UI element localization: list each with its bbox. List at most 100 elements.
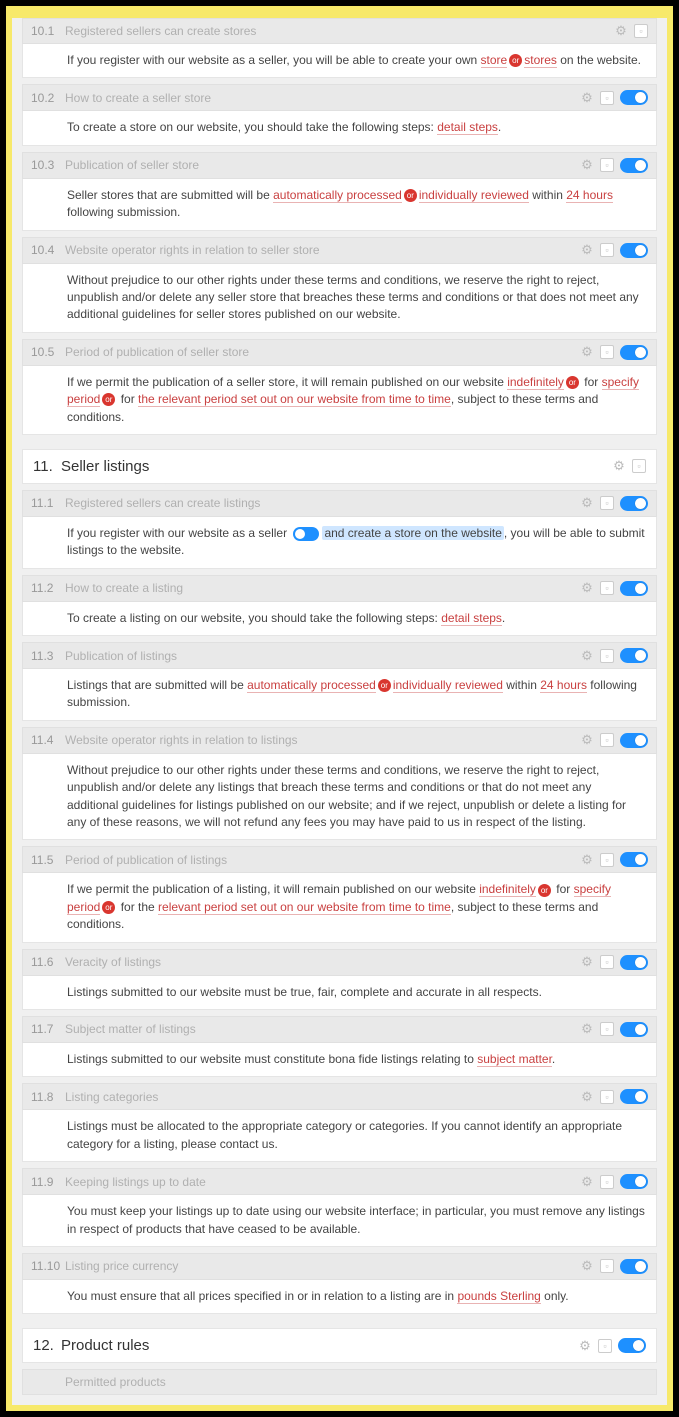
editable-variant[interactable]: indefinitely [479, 882, 536, 897]
include-toggle[interactable] [620, 733, 648, 748]
clause-header[interactable]: 11.9Keeping listings up to date⚙▫ [22, 1168, 657, 1195]
gear-icon[interactable]: ⚙ [580, 1259, 594, 1273]
clause-header[interactable]: 11.5Period of publication of listings⚙▫ [22, 846, 657, 873]
or-chip-icon[interactable]: or [378, 679, 391, 692]
editable-variant[interactable]: relevant period set out on our website f… [158, 900, 451, 915]
gear-icon[interactable]: ⚙ [580, 1090, 594, 1104]
editable-variant[interactable]: individually reviewed [419, 188, 529, 203]
gear-icon[interactable]: ⚙ [580, 1175, 594, 1189]
editable-variant[interactable]: pounds Sterling [457, 1289, 540, 1304]
include-toggle[interactable] [620, 955, 648, 970]
editable-variant[interactable]: indefinitely [507, 375, 564, 390]
gear-icon[interactable]: ⚙ [580, 91, 594, 105]
section-number: 12. [33, 1337, 61, 1354]
expand-icon[interactable]: ▫ [632, 459, 646, 473]
include-toggle[interactable] [620, 1174, 648, 1189]
expand-icon[interactable]: ▫ [600, 91, 614, 105]
gear-icon[interactable]: ⚙ [580, 649, 594, 663]
or-chip-icon[interactable]: or [102, 901, 115, 914]
or-chip-icon[interactable]: or [102, 393, 115, 406]
expand-icon[interactable]: ▫ [600, 1259, 614, 1273]
clause-title: Listing categories [65, 1090, 580, 1104]
include-toggle[interactable] [620, 1089, 648, 1104]
clause-header[interactable]: 11.6Veracity of listings⚙▫ [22, 949, 657, 976]
expand-icon[interactable]: ▫ [600, 243, 614, 257]
editable-variant[interactable]: 24 hours [566, 188, 613, 203]
clause-header[interactable]: 10.1Registered sellers can create stores… [22, 18, 657, 44]
include-toggle[interactable] [618, 1338, 646, 1353]
or-chip-icon[interactable]: or [538, 884, 551, 897]
clause: 11.1Registered sellers can create listin… [22, 490, 657, 569]
gear-icon[interactable]: ⚙ [578, 1339, 592, 1353]
include-toggle[interactable] [620, 158, 648, 173]
optional-toggle-icon[interactable] [293, 527, 319, 541]
gear-icon[interactable]: ⚙ [580, 496, 594, 510]
expand-icon[interactable]: ▫ [600, 733, 614, 747]
expand-icon[interactable]: ▫ [600, 649, 614, 663]
expand-icon[interactable]: ▫ [600, 345, 614, 359]
expand-icon[interactable]: ▫ [600, 1175, 614, 1189]
gear-icon[interactable]: ⚙ [580, 733, 594, 747]
include-toggle[interactable] [620, 648, 648, 663]
editable-variant[interactable]: detail steps [441, 611, 502, 626]
gear-icon[interactable]: ⚙ [580, 158, 594, 172]
editable-variant[interactable]: stores [524, 53, 557, 68]
expand-icon[interactable]: ▫ [600, 1090, 614, 1104]
clause-header[interactable]: 10.5Period of publication of seller stor… [22, 339, 657, 366]
outer-frame: 10.1Registered sellers can create stores… [6, 6, 673, 1411]
clause-header[interactable]: 10.2How to create a seller store⚙▫ [22, 84, 657, 111]
gear-icon[interactable]: ⚙ [580, 243, 594, 257]
editable-variant[interactable]: store [481, 53, 508, 68]
gear-icon[interactable]: ⚙ [580, 581, 594, 595]
gear-icon[interactable]: ⚙ [580, 1022, 594, 1036]
expand-icon[interactable]: ▫ [598, 1339, 612, 1353]
editable-variant[interactable]: 24 hours [540, 678, 587, 693]
clause-title: Permitted products [65, 1375, 648, 1389]
or-chip-icon[interactable]: or [404, 189, 417, 202]
clause-number: 11.3 [31, 649, 65, 663]
clause-header[interactable]: Permitted products [22, 1369, 657, 1395]
gear-icon[interactable]: ⚙ [612, 459, 626, 473]
expand-icon[interactable]: ▫ [600, 581, 614, 595]
include-toggle[interactable] [620, 581, 648, 596]
clause-header[interactable]: 11.3Publication of listings⚙▫ [22, 642, 657, 669]
clause-header[interactable]: 11.1Registered sellers can create listin… [22, 490, 657, 517]
editable-variant[interactable]: automatically processed [273, 188, 402, 203]
editable-variant[interactable]: individually reviewed [393, 678, 503, 693]
include-toggle[interactable] [620, 90, 648, 105]
clause: 10.5Period of publication of seller stor… [22, 339, 657, 435]
clause-header[interactable]: 11.4Website operator rights in relation … [22, 727, 657, 754]
gear-icon[interactable]: ⚙ [580, 853, 594, 867]
editable-variant[interactable]: subject matter [477, 1052, 552, 1067]
editable-variant[interactable]: automatically processed [247, 678, 376, 693]
clause-body: Without prejudice to our other rights un… [22, 264, 657, 333]
editable-variant[interactable]: detail steps [437, 120, 498, 135]
expand-icon[interactable]: ▫ [600, 955, 614, 969]
gear-icon[interactable]: ⚙ [580, 955, 594, 969]
clause-header[interactable]: 11.2How to create a listing⚙▫ [22, 575, 657, 602]
clause-header[interactable]: 10.4Website operator rights in relation … [22, 237, 657, 264]
expand-icon[interactable]: ▫ [600, 1022, 614, 1036]
clause-header[interactable]: 11.7Subject matter of listings⚙▫ [22, 1016, 657, 1043]
clause-header[interactable]: 11.10Listing price currency⚙▫ [22, 1253, 657, 1280]
include-toggle[interactable] [620, 496, 648, 511]
include-toggle[interactable] [620, 852, 648, 867]
include-toggle[interactable] [620, 1259, 648, 1274]
include-toggle[interactable] [620, 1022, 648, 1037]
expand-icon[interactable]: ▫ [600, 853, 614, 867]
section-title: Product rules [61, 1337, 578, 1354]
clause-header[interactable]: 10.3Publication of seller store⚙▫ [22, 152, 657, 179]
editable-variant[interactable]: the relevant period set out on our websi… [138, 392, 451, 407]
or-chip-icon[interactable]: or [566, 376, 579, 389]
include-toggle[interactable] [620, 345, 648, 360]
include-toggle[interactable] [620, 243, 648, 258]
clause: 10.4Website operator rights in relation … [22, 237, 657, 333]
or-chip-icon[interactable]: or [509, 54, 522, 67]
gear-icon[interactable]: ⚙ [614, 24, 628, 38]
expand-icon[interactable]: ▫ [600, 158, 614, 172]
gear-icon[interactable]: ⚙ [580, 345, 594, 359]
expand-icon[interactable]: ▫ [600, 496, 614, 510]
optional-text[interactable]: and create a store on the website [322, 526, 503, 540]
clause-header[interactable]: 11.8Listing categories⚙▫ [22, 1083, 657, 1110]
expand-icon[interactable]: ▫ [634, 24, 648, 38]
